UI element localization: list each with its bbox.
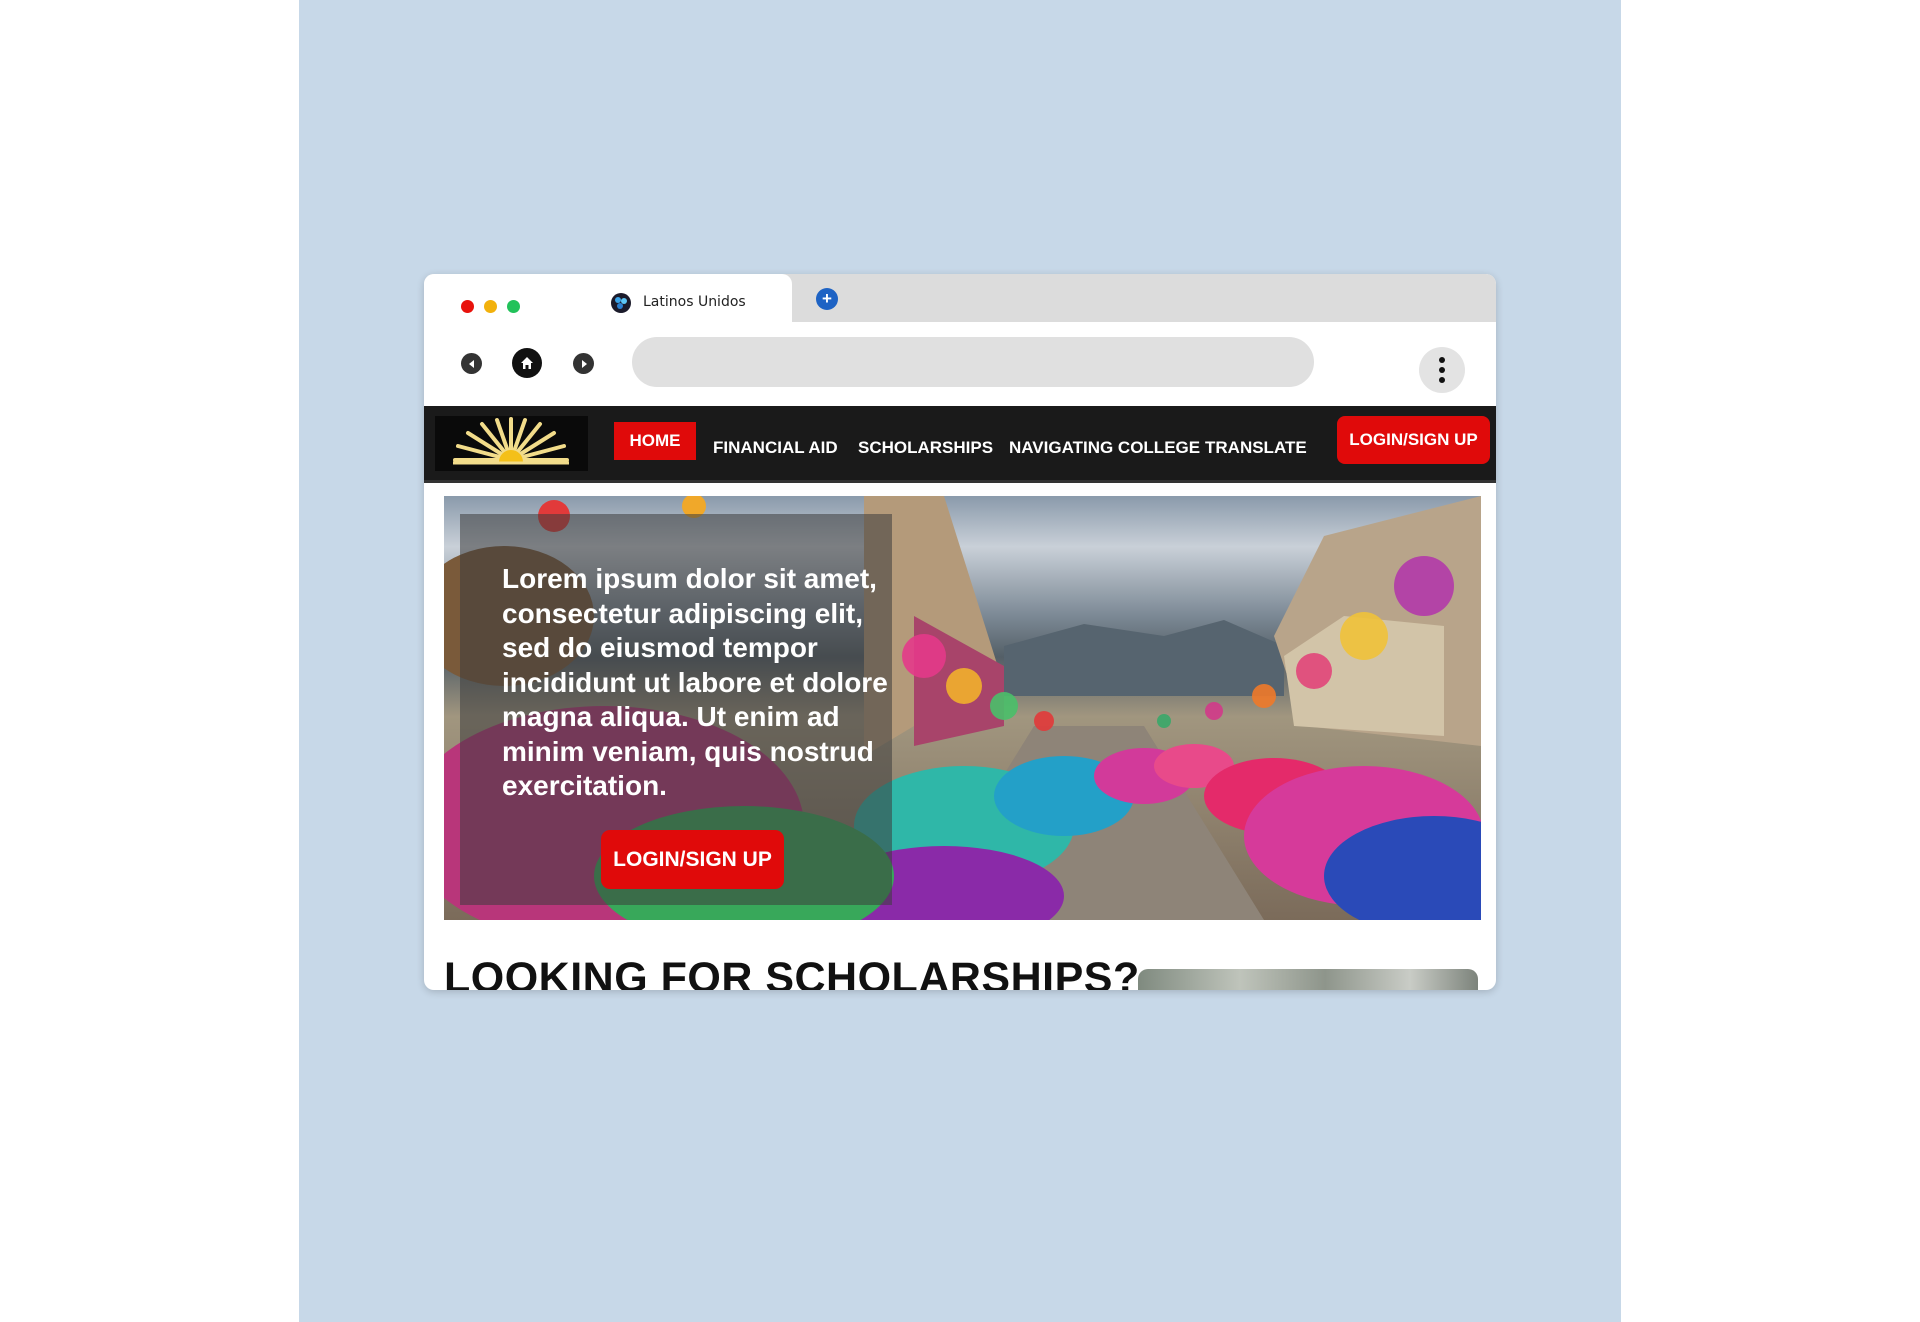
address-bar[interactable] [632, 337, 1314, 387]
nav-translate[interactable]: TRANSLATE [1205, 438, 1307, 458]
tab-title: Latinos Unidos [643, 294, 746, 310]
hero-text-panel: Lorem ipsum dolor sit amet, consectetur … [460, 514, 892, 905]
scholarship-money-image [1138, 969, 1478, 990]
hero-text: Lorem ipsum dolor sit amet, consectetur … [502, 563, 888, 801]
tab-bar: Latinos Unidos + [424, 274, 1496, 322]
hero-login-button[interactable]: LOGIN/SIGN UP [601, 830, 784, 889]
back-icon[interactable] [461, 353, 482, 374]
nav-login-button[interactable]: LOGIN/SIGN UP [1337, 416, 1490, 464]
nav-scholarships[interactable]: SCHOLARSHIPS [858, 438, 993, 458]
close-window-button[interactable] [461, 300, 474, 313]
hero-banner: Lorem ipsum dolor sit amet, consectetur … [444, 496, 1481, 920]
site-navbar: HOME FINANCIAL AID SCHOLARSHIPS NAVIGATI… [424, 406, 1496, 483]
nav-navigating-college[interactable]: NAVIGATING COLLEGE [1009, 438, 1200, 458]
nav-financial-aid[interactable]: FINANCIAL AID [713, 438, 838, 458]
browser-window: Latinos Unidos + HOME FINANCIAL AID SCHO… [424, 274, 1496, 990]
home-icon[interactable] [512, 348, 542, 378]
section-heading: LOOKING FOR SCHOLARSHIPS? [444, 954, 1140, 990]
forward-icon[interactable] [573, 353, 594, 374]
new-tab-icon[interactable]: + [816, 288, 838, 310]
browser-toolbar [424, 322, 1496, 406]
more-menu-icon[interactable] [1419, 347, 1465, 393]
tab-latinos-unidos[interactable]: Latinos Unidos [424, 274, 792, 322]
nav-home[interactable]: HOME [614, 422, 696, 460]
favicon-icon [611, 293, 631, 313]
maximize-window-button[interactable] [507, 300, 520, 313]
minimize-window-button[interactable] [484, 300, 497, 313]
site-logo[interactable] [435, 416, 588, 474]
